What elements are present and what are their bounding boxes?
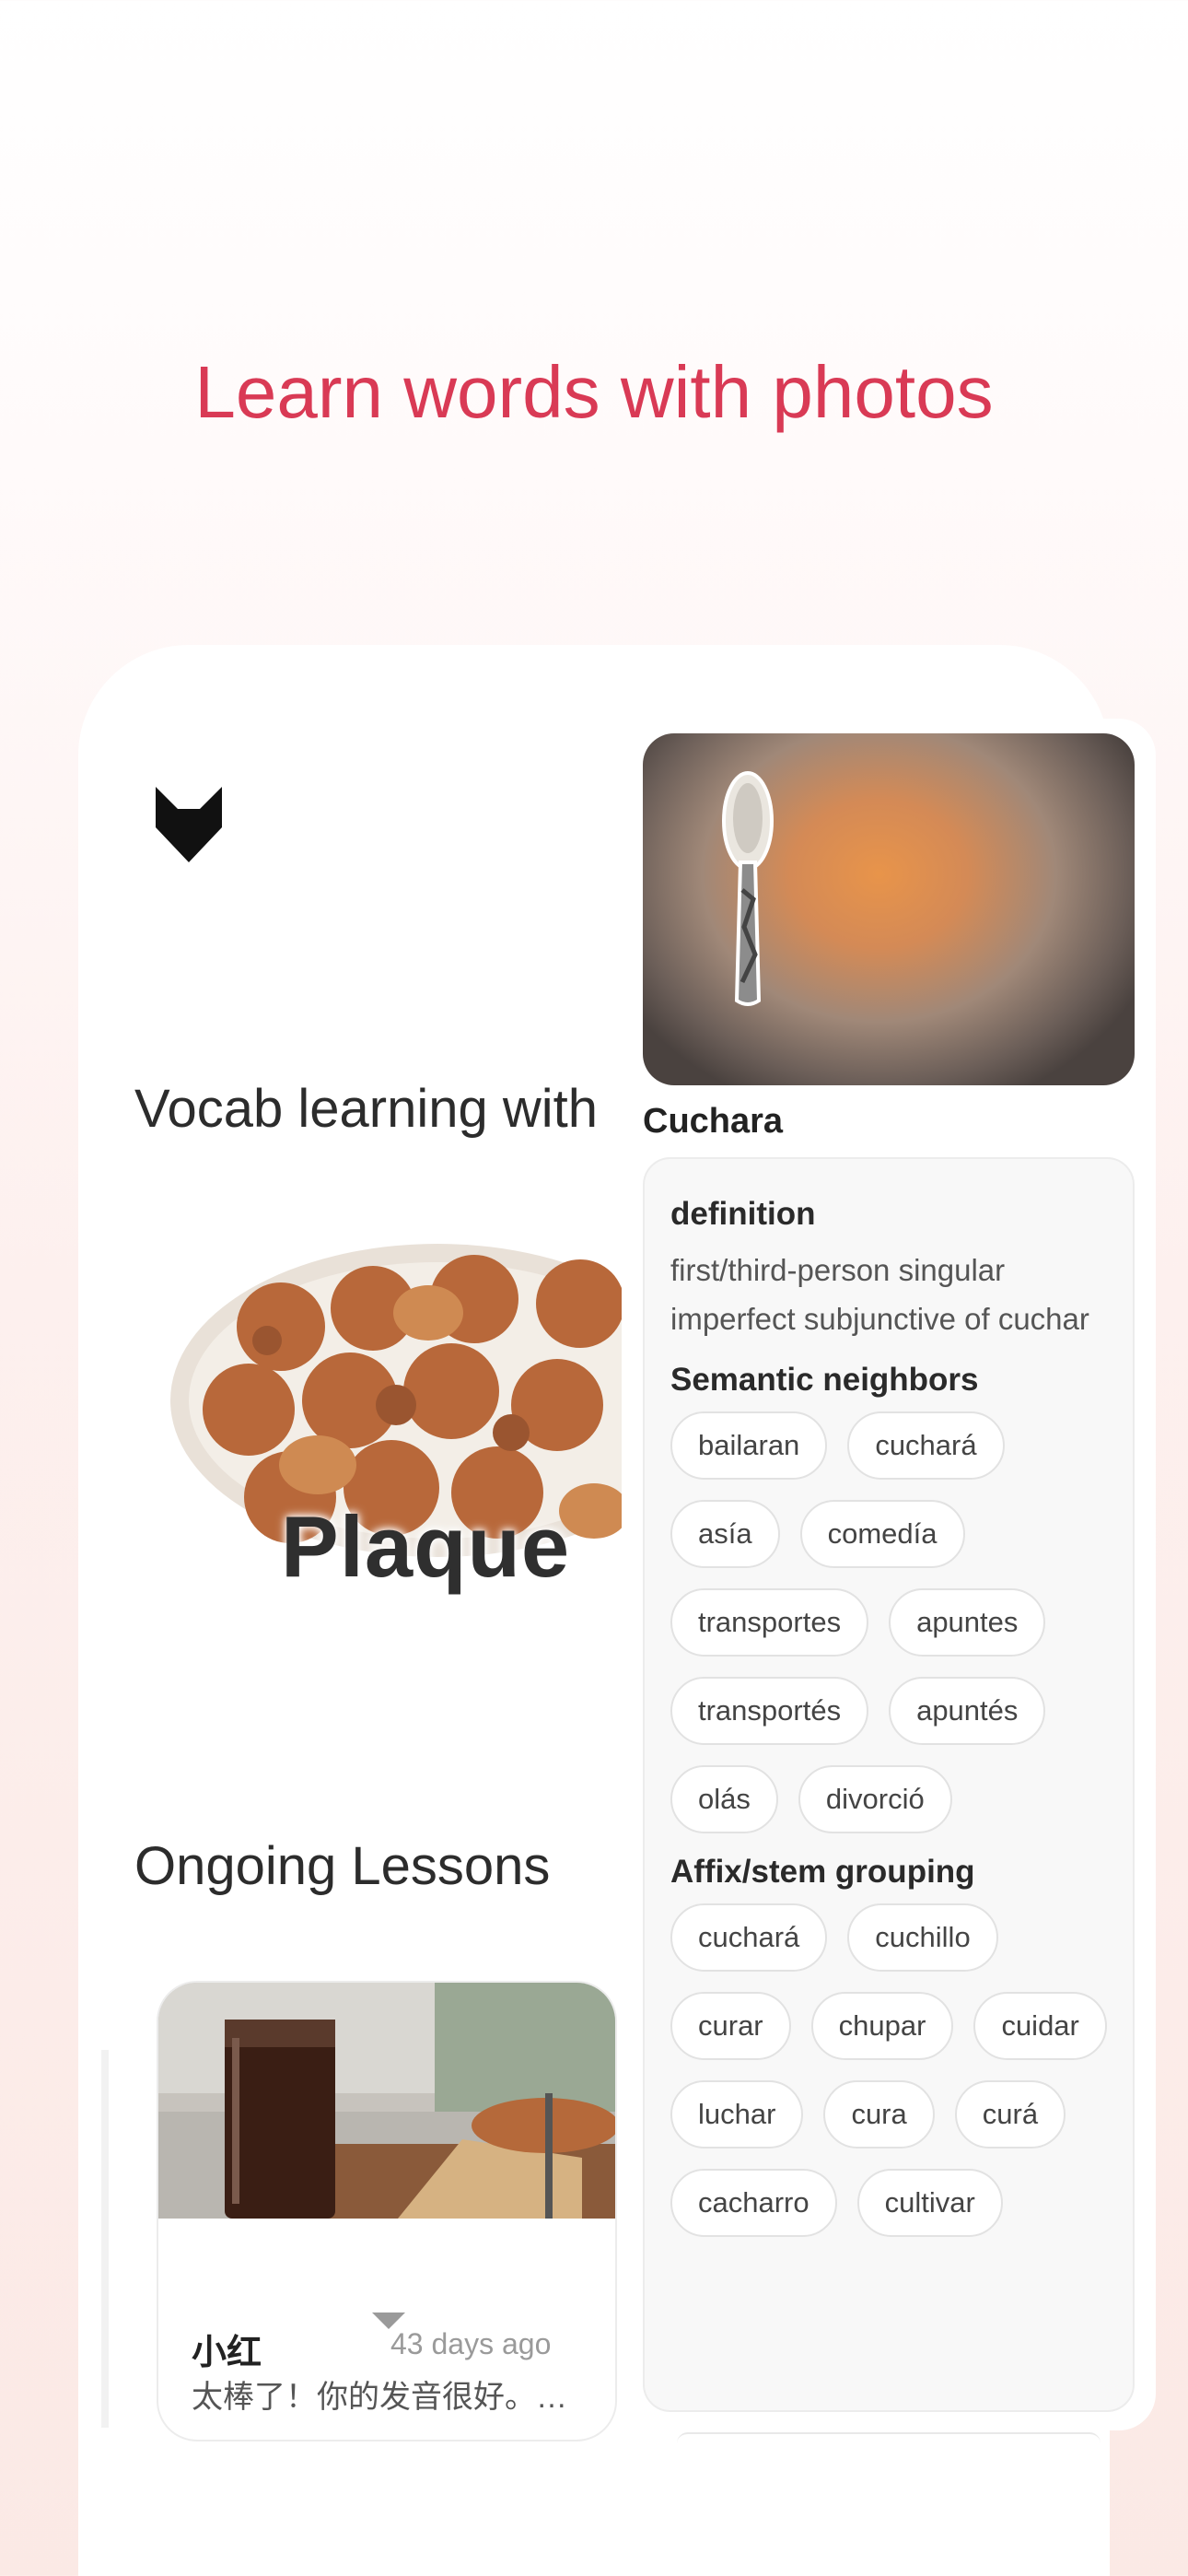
definition-text: first/third-person singular imperfect su…	[670, 1253, 1089, 1336]
word-chip[interactable]: asía	[670, 1500, 780, 1568]
word-photo[interactable]	[643, 733, 1135, 1085]
next-card-edge	[677, 2432, 1101, 2443]
word-chip[interactable]: apuntes	[889, 1588, 1046, 1657]
word-chip[interactable]: divorció	[798, 1765, 952, 1833]
word-chip[interactable]: transportes	[670, 1588, 869, 1657]
dictionary-details: definition first/third-person singular i…	[643, 1157, 1135, 2412]
fox-logo-icon	[156, 787, 222, 862]
word-chip[interactable]: cuchará	[847, 1411, 1005, 1480]
affix-grouping-label: Affix/stem grouping	[670, 1854, 975, 1890]
plate-word-label: Plaque	[281, 1498, 571, 1595]
word-chip[interactable]: cacharro	[670, 2169, 837, 2237]
lesson-timestamp: 43 days ago	[390, 2327, 552, 2360]
word-chip[interactable]: transportés	[670, 1677, 869, 1745]
word-chip[interactable]: cuchará	[670, 1903, 828, 1972]
semantic-neighbors-label: Semantic neighbors	[670, 1362, 979, 1398]
lessons-heading: Ongoing Lessons	[134, 1836, 551, 1896]
lesson-message-preview: 太棒了！你的发音很好。…	[192, 2380, 567, 2415]
lesson-card[interactable]: 小红 43 days ago 太棒了！你的发音很好。…	[157, 1981, 617, 2441]
lesson-tutor-name: 小红	[192, 2334, 262, 2372]
word-chip[interactable]: comedía	[799, 1500, 965, 1568]
word-chip[interactable]: cuidar	[973, 1992, 1107, 2060]
definition-label: definition	[670, 1196, 816, 1232]
affix-grouping-list: cuchará cuchillo curar chupar cuidar luc…	[670, 1903, 1107, 2237]
previous-card-edge	[101, 2050, 109, 2428]
word-chip[interactable]: chupar	[810, 1992, 954, 2060]
semantic-neighbors-list: bailaran cuchará asía comedía transporte…	[670, 1411, 1107, 1833]
spoon-image	[722, 771, 774, 1006]
word-chip[interactable]: olás	[670, 1765, 778, 1833]
word-chip[interactable]: cultivar	[856, 2169, 1003, 2237]
lesson-photo	[158, 1983, 615, 2219]
word-chip[interactable]: curá	[954, 2080, 1066, 2149]
word-chip[interactable]: curar	[670, 1992, 791, 2060]
word-chip[interactable]: bailaran	[670, 1411, 828, 1480]
word-chip[interactable]: luchar	[670, 2080, 804, 2149]
dictionary-word: Cuchara	[643, 1102, 784, 1141]
word-chip[interactable]: cura	[823, 2080, 935, 2149]
word-chip[interactable]: cuchillo	[847, 1903, 998, 1972]
hero-title: Learn words with photos	[194, 351, 994, 433]
word-chip[interactable]: apuntés	[889, 1677, 1046, 1745]
vocab-heading: Vocab learning with	[134, 1079, 598, 1139]
